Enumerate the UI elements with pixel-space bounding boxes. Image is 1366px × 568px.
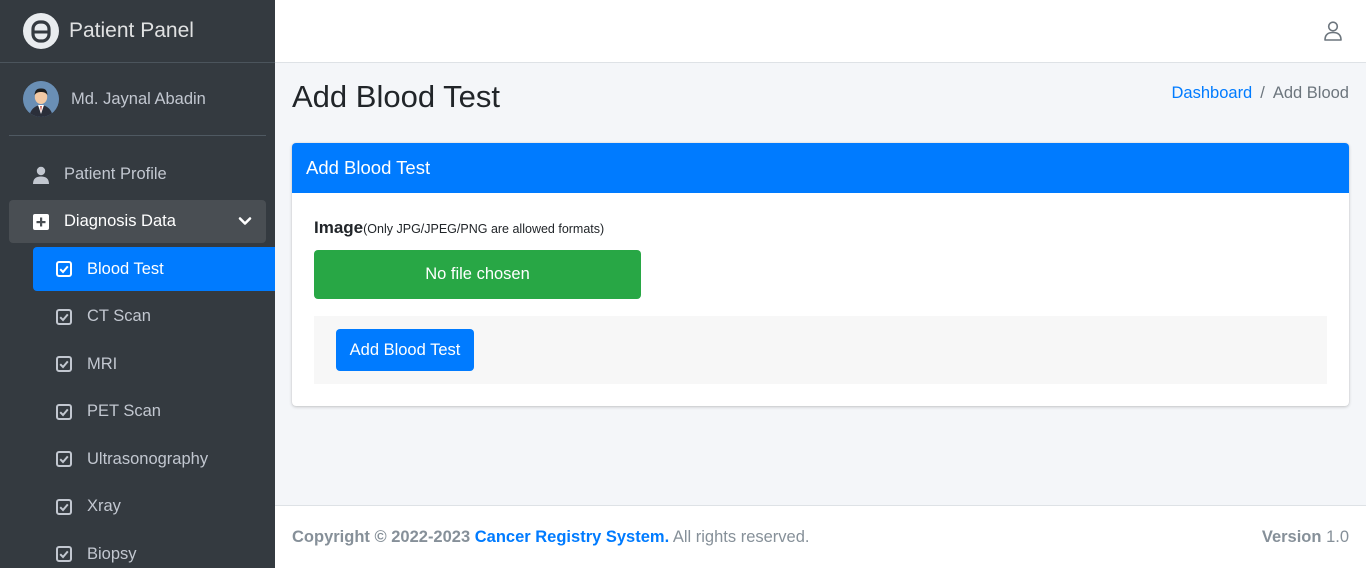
version-info: Version 1.0	[1262, 528, 1349, 547]
user-name: Md. Jaynal Abadin	[71, 89, 206, 108]
sidebar-item-label: Blood Test	[87, 259, 164, 278]
page-footer: Copyright © 2022-2023 Cancer Registry Sy…	[275, 505, 1366, 568]
sidebar-item-label: Patient Profile	[64, 165, 167, 183]
check-square-icon	[56, 261, 74, 277]
sidebar-item-pet-scan[interactable]: PET Scan	[33, 390, 275, 434]
check-square-icon	[56, 498, 74, 515]
breadcrumb-dashboard-link[interactable]: Dashboard	[1172, 84, 1253, 102]
image-format-hint: (Only JPG/JPEG/PNG are allowed formats)	[363, 222, 605, 236]
user-panel[interactable]: Md. Jaynal Abadin	[9, 63, 266, 136]
breadcrumb-separator: /	[1260, 84, 1265, 102]
avatar	[23, 81, 59, 117]
check-square-icon	[56, 403, 74, 420]
sidebar-item-label: Xray	[87, 497, 121, 515]
sidebar-item-mri[interactable]: MRI	[33, 342, 275, 386]
sidebar-item-biopsy[interactable]: Biopsy	[33, 532, 275, 568]
sidebar-nav: Patient Profile Diagnosis Data Blood Tes…	[0, 136, 275, 568]
chevron-down-icon[interactable]	[238, 214, 252, 233]
plus-square-icon	[31, 213, 51, 230]
sidebar-item-diagnosis-data[interactable]: Diagnosis Data	[9, 200, 266, 243]
user-account-icon[interactable]	[1324, 21, 1342, 46]
card-footer: Add Blood Test	[314, 316, 1327, 384]
file-input[interactable]: No file chosen	[314, 250, 641, 299]
sidebar-item-label: Diagnosis Data	[64, 212, 176, 230]
sidebar: Patient Panel Md. Jaynal Abadin Patient	[0, 0, 275, 568]
user-icon	[31, 166, 51, 184]
sidebar-item-label: MRI	[87, 354, 118, 373]
check-square-icon	[56, 308, 74, 325]
sidebar-item-label: CT Scan	[87, 307, 151, 325]
sidebar-item-ultrasonography[interactable]: Ultrasonography	[33, 437, 275, 481]
image-field-label: Image(Only JPG/JPEG/PNG are allowed form…	[314, 218, 604, 238]
breadcrumb: Dashboard / Add Blood	[1172, 84, 1349, 103]
card-title: Add Blood Test	[292, 143, 1349, 193]
sidebar-item-xray[interactable]: Xray	[33, 485, 275, 529]
brand-text: Patient Panel	[69, 19, 194, 42]
sidebar-item-patient-profile[interactable]: Patient Profile	[9, 153, 266, 196]
top-navbar	[275, 0, 1366, 63]
check-square-icon	[56, 451, 74, 467]
check-square-icon	[56, 356, 74, 372]
breadcrumb-current: Add Blood	[1272, 84, 1349, 102]
page-title: Add Blood Test	[292, 79, 500, 114]
add-blood-test-button[interactable]: Add Blood Test	[336, 329, 474, 371]
sidebar-item-blood-test[interactable]: Blood Test	[33, 247, 275, 291]
sidebar-item-label: Biopsy	[87, 544, 137, 563]
rights-text: All rights reserved.	[669, 528, 810, 546]
sidebar-item-label: Ultrasonography	[87, 449, 209, 468]
image-label-text: Image	[314, 218, 364, 237]
brand-link[interactable]: Patient Panel	[0, 0, 275, 63]
sidebar-item-ct-scan[interactable]: CT Scan	[33, 295, 275, 339]
add-blood-test-card: Add Blood Test Image(Only JPG/JPEG/PNG a…	[292, 143, 1349, 406]
brand-logo-icon	[23, 13, 59, 49]
copyright-prefix: Copyright © 2022-2023	[292, 528, 471, 546]
sidebar-item-label: PET Scan	[87, 402, 161, 420]
org-link[interactable]: Cancer Registry System.	[475, 528, 669, 546]
copyright-text: Copyright © 2022-2023 Cancer Registry Sy…	[292, 528, 809, 547]
check-square-icon	[56, 546, 74, 562]
version-label: Version	[1261, 528, 1322, 546]
version-value: 1.0	[1326, 528, 1349, 546]
